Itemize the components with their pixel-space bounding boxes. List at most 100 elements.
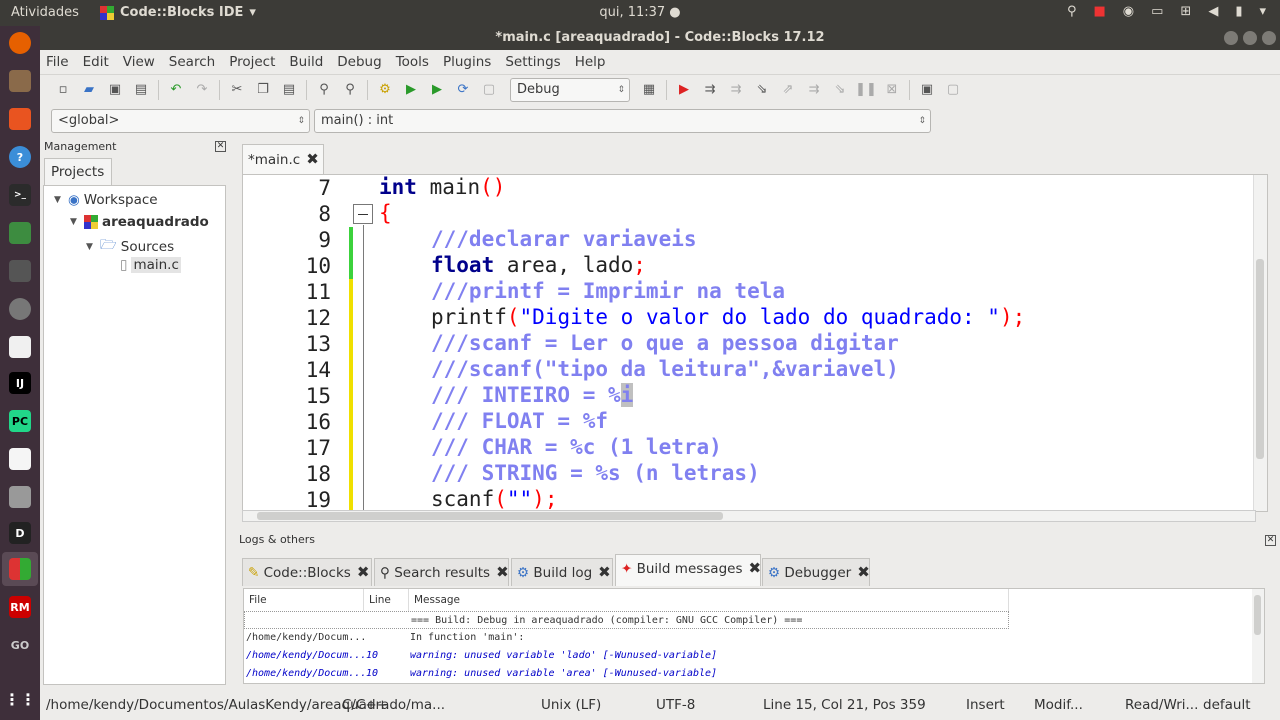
log-vertical-scrollbar[interactable] xyxy=(1252,589,1264,683)
menu-debug[interactable]: Debug xyxy=(337,54,381,70)
find-icon[interactable]: ⚲ xyxy=(311,79,337,101)
menu-help[interactable]: Help xyxy=(575,54,606,70)
app-menu[interactable]: Code::Blocks IDE ▾ xyxy=(100,5,256,20)
intellij-icon[interactable]: IJ xyxy=(9,372,31,394)
tree-project[interactable]: ▼ areaquadrado xyxy=(70,214,209,230)
display-icon[interactable]: ▭ xyxy=(1151,4,1163,19)
help-icon[interactable]: ? xyxy=(9,146,31,168)
minimize-icon[interactable] xyxy=(1224,31,1238,45)
column-header-message[interactable]: Message xyxy=(409,589,1009,611)
editor-tab-main[interactable]: *main.c ✖ xyxy=(242,144,324,174)
close-icon[interactable]: ✕ xyxy=(1265,535,1276,546)
step-instruction-icon[interactable]: ⇘ xyxy=(827,79,853,101)
close-tab-icon[interactable]: ✖ xyxy=(306,150,319,168)
save-all-icon[interactable]: ▤ xyxy=(128,79,154,101)
cut-icon[interactable]: ✂ xyxy=(224,79,250,101)
camera-icon[interactable]: ■ xyxy=(1093,4,1105,19)
close-icon[interactable] xyxy=(1262,31,1276,45)
settings-icon[interactable] xyxy=(9,298,31,320)
menu-plugins[interactable]: Plugins xyxy=(443,54,491,70)
debug-windows-icon[interactable]: ▣ xyxy=(914,79,940,101)
codeblocks-dock-icon[interactable] xyxy=(9,558,31,580)
build-target-select[interactable]: Debug ⇕ xyxy=(510,77,630,102)
text-editor-icon[interactable] xyxy=(9,448,31,470)
code-editor[interactable]: 7 8 9 10 11 12 13 14 15 16 17 18 19 int … xyxy=(242,174,1268,512)
run-to-cursor-icon[interactable]: ⇉ xyxy=(697,79,723,101)
terminal-icon[interactable]: >_ xyxy=(9,184,31,206)
camera-app-icon[interactable] xyxy=(9,260,31,282)
menu-file[interactable]: File xyxy=(46,54,69,70)
redo-icon[interactable]: ↷ xyxy=(189,79,215,101)
wired-network-icon[interactable]: ⊞ xyxy=(1180,4,1191,19)
menu-tools[interactable]: Tools xyxy=(396,54,429,70)
show-apps-icon[interactable]: ⋮⋮ xyxy=(4,688,36,710)
tab-debugger[interactable]: ⚙ Debugger ✖ xyxy=(762,558,870,586)
tree-workspace[interactable]: ▼ ◉ Workspace xyxy=(54,192,158,208)
table-row[interactable]: === Build: Debug in areaquadrado (compil… xyxy=(244,611,1009,629)
network-icon[interactable]: ⚲ xyxy=(1067,4,1077,19)
step-out-icon[interactable]: ⇗ xyxy=(775,79,801,101)
steam-icon[interactable]: ◉ xyxy=(1123,4,1134,19)
menu-settings[interactable]: Settings xyxy=(505,54,560,70)
column-header-line[interactable]: Line xyxy=(364,589,409,611)
stop-icon[interactable]: ⊠ xyxy=(879,79,905,101)
menu-search[interactable]: Search xyxy=(169,54,215,70)
calculator-icon[interactable] xyxy=(9,486,31,508)
tab-search-results[interactable]: ⚲ Search results ✖ xyxy=(374,558,509,586)
save-icon[interactable]: ▣ xyxy=(102,79,128,101)
close-tab-icon[interactable]: ✖ xyxy=(749,559,762,577)
new-file-icon[interactable]: ▫ xyxy=(50,79,76,101)
next-instruction-icon[interactable]: ⇉ xyxy=(801,79,827,101)
tab-build-log[interactable]: ⚙ Build log ✖ xyxy=(511,558,613,586)
target-dialog-icon[interactable]: ▦ xyxy=(636,79,662,101)
expand-arrow-icon[interactable]: ▼ xyxy=(86,242,96,252)
menu-edit[interactable]: Edit xyxy=(83,54,109,70)
replace-icon[interactable]: ⚲ xyxy=(337,79,363,101)
document-icon[interactable] xyxy=(9,336,31,358)
run-icon[interactable]: ▶ xyxy=(398,79,424,101)
undo-icon[interactable]: ↶ xyxy=(163,79,189,101)
tab-build-messages[interactable]: ✦ Build messages ✖ xyxy=(615,554,761,586)
tab-codeblocks-log[interactable]: ✎ Code::Blocks ✖ xyxy=(242,558,372,586)
datagrip-icon[interactable]: D xyxy=(9,522,31,544)
close-icon[interactable]: ✕ xyxy=(215,141,226,152)
files-icon[interactable] xyxy=(9,70,31,92)
window-titlebar[interactable]: *main.c [areaquadrado] - Code::Blocks 17… xyxy=(40,26,1280,50)
function-select[interactable]: main() : int ⇕ xyxy=(314,109,931,133)
next-line-icon[interactable]: ⇉ xyxy=(723,79,749,101)
maximize-icon[interactable] xyxy=(1243,31,1257,45)
column-header-file[interactable]: File xyxy=(244,589,364,611)
expand-arrow-icon[interactable]: ▼ xyxy=(54,195,64,205)
scroll-thumb[interactable] xyxy=(257,512,723,520)
open-icon[interactable]: ▰ xyxy=(76,79,102,101)
firefox-icon[interactable] xyxy=(9,32,31,54)
step-into-icon[interactable]: ⇘ xyxy=(749,79,775,101)
close-tab-icon[interactable]: ✖ xyxy=(857,563,870,581)
menu-view[interactable]: View xyxy=(123,54,155,70)
debug-icon[interactable]: ▶ xyxy=(671,79,697,101)
editor-horizontal-scrollbar[interactable] xyxy=(242,510,1256,522)
pycharm-icon[interactable]: PC xyxy=(9,410,31,432)
menu-project[interactable]: Project xyxy=(229,54,275,70)
system-tray[interactable]: ⚲ ■ ◉ ▭ ⊞ ◀ ▮ ▾ xyxy=(1067,4,1266,19)
menu-build[interactable]: Build xyxy=(289,54,323,70)
pause-icon[interactable]: ❚❚ xyxy=(853,79,879,101)
copy-icon[interactable]: ❐ xyxy=(250,79,276,101)
fold-toggle-icon[interactable] xyxy=(353,204,373,224)
tab-projects[interactable]: Projects xyxy=(44,158,112,186)
build-icon[interactable]: ⚙ xyxy=(372,79,398,101)
build-run-icon[interactable]: ▶ xyxy=(424,79,450,101)
editor-vertical-scrollbar[interactable] xyxy=(1253,175,1267,511)
chevron-down-icon[interactable]: ▾ xyxy=(1259,4,1266,19)
tree-file-main[interactable]: ▯ main.c xyxy=(120,257,181,273)
rubymine-icon[interactable]: RM xyxy=(9,596,31,618)
paste-icon[interactable]: ▤ xyxy=(276,79,302,101)
close-tab-icon[interactable]: ✖ xyxy=(598,563,611,581)
scroll-thumb[interactable] xyxy=(1256,259,1264,459)
android-studio-icon[interactable] xyxy=(9,222,31,244)
tree-sources[interactable]: ▼ 🗁 Sources xyxy=(86,235,174,258)
activities-button[interactable]: Atividades xyxy=(11,5,79,20)
close-tab-icon[interactable]: ✖ xyxy=(496,563,509,581)
volume-icon[interactable]: ◀ xyxy=(1208,4,1218,19)
expand-arrow-icon[interactable]: ▼ xyxy=(70,217,80,227)
